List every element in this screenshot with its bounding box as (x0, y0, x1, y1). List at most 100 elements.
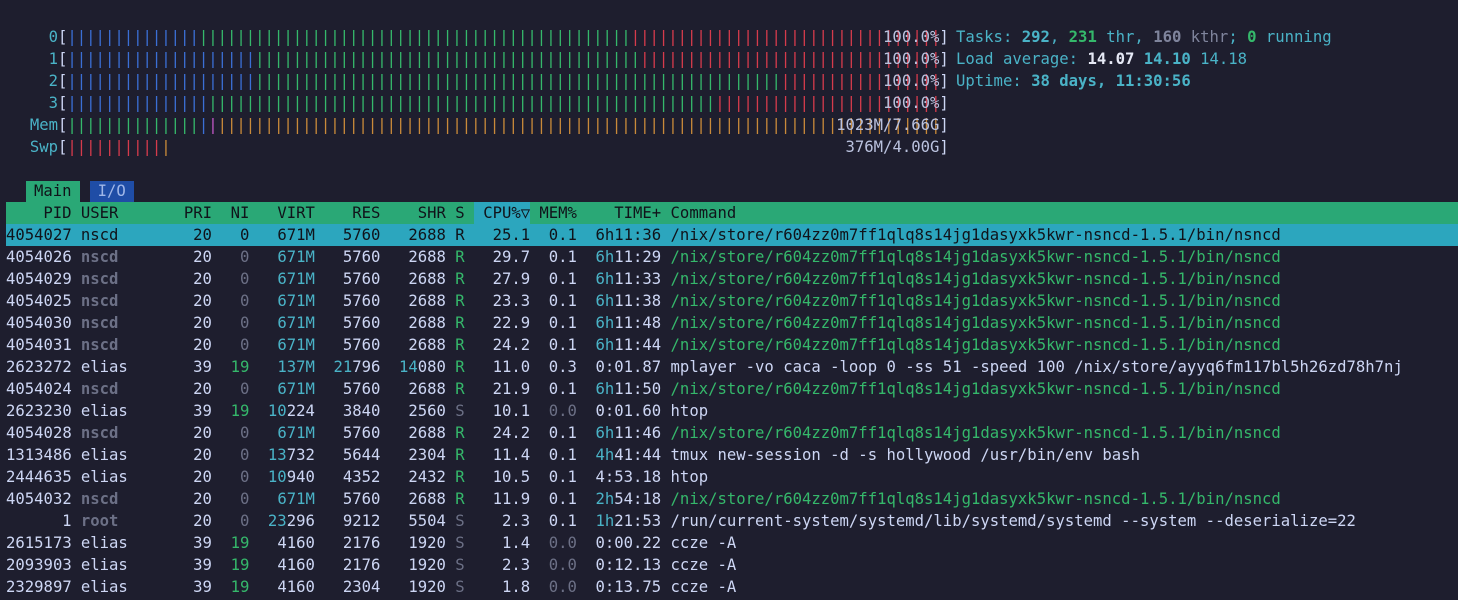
process-time-minutes: 21:53 (614, 512, 662, 530)
process-res: 2304 (342, 578, 381, 596)
process-s: S (455, 534, 465, 552)
process-pid: 4054024 (6, 380, 72, 398)
process-virt-lead: 10 (267, 402, 287, 420)
column-header-res[interactable]: RES (324, 202, 380, 224)
process-s: S (455, 512, 465, 530)
htop-terminal: 0[||||||||||||||||||||||||||||||||||||||… (0, 0, 1458, 600)
column-header-ni[interactable]: NI (221, 202, 250, 224)
process-res: 5760 (342, 292, 381, 310)
process-ni: 0 (239, 446, 250, 464)
process-shr: 2304 (408, 446, 446, 464)
process-mem: 0.1 (548, 512, 577, 530)
process-shr: 2688 (408, 314, 446, 332)
process-row[interactable]: 2623272 elias 39 19 137M 21796 14080 R 11.0 0.3 0:… (6, 356, 1458, 378)
process-pri: 20 (193, 226, 212, 244)
process-time: 0:13.75 (586, 576, 661, 598)
column-header-command[interactable]: Command (671, 202, 737, 224)
column-header-shr[interactable]: SHR (390, 202, 446, 224)
process-pri: 20 (193, 292, 212, 310)
column-header-pri[interactable]: PRI (184, 202, 212, 224)
process-row[interactable]: 2623230 elias 39 19 10224 3840 2560 S 10.1 0.0 0:0… (6, 400, 1458, 422)
process-row[interactable]: 1 root 20 0 23296 9212 5504 S 2.3 0.1 1h21:53/run/… (6, 510, 1458, 532)
process-user: elias (80, 534, 128, 552)
process-shr: 2688 (408, 248, 446, 266)
process-mem: 0.1 (548, 468, 577, 486)
column-header-s[interactable]: S (455, 202, 464, 224)
process-time-hours: 6h (595, 292, 615, 310)
bracket-left: [ (58, 116, 68, 134)
mem-meter-green-segment: |||||||||||||| (67, 116, 199, 134)
process-ni: 19 (230, 358, 250, 376)
process-cpu: 1.4 (501, 534, 531, 552)
process-row[interactable]: 1313486 elias 20 0 13732 5644 2304 R 11.4 0.1 4h41… (6, 444, 1458, 466)
process-row[interactable]: 4054025 nscd 20 0 671M 5760 2688 R 23.3 0.1 6h11:3… (6, 290, 1458, 312)
process-s: R (455, 248, 465, 266)
process-cpu: 11.0 (492, 358, 531, 376)
process-row[interactable]: 2615173 elias 39 19 4160 2176 1920 S 1.4 0.0 0:00.… (6, 532, 1458, 554)
bracket-left: [ (58, 138, 68, 156)
process-row[interactable]: 4054028 nscd 20 0 671M 5760 2688 R 24.2 0.1 6h11:4… (6, 422, 1458, 444)
cpu-meter-0-label: 0 (48, 28, 58, 46)
process-user: elias (80, 402, 128, 420)
process-pid: 4054027 (6, 226, 72, 244)
process-shr-tail: 080 (417, 358, 446, 376)
process-cpu: 22.9 (492, 314, 531, 332)
process-list: 4054027 nscd 20 0 671M 5760 2688 R 25.1 0.1 6h11:3… (6, 224, 1458, 598)
process-res: 5760 (342, 380, 381, 398)
process-pri: 20 (193, 446, 212, 464)
bracket-right: ] (939, 94, 949, 112)
process-time-minutes: 41:44 (614, 446, 662, 464)
cpu-meter-3-value: 100.0% (883, 94, 940, 112)
process-row[interactable]: 4054026 nscd 20 0 671M 5760 2688 R 29.7 0.1 6h11:2… (6, 246, 1458, 268)
bracket-left: [ (58, 50, 68, 68)
cpu-meter-1-value: 100.0% (883, 50, 940, 68)
process-s: S (455, 578, 465, 596)
process-row[interactable]: 2444635 elias 20 0 10940 4352 2432 R 10.5 0.1 4:53… (6, 466, 1458, 488)
process-virt-tail: 732 (286, 446, 315, 464)
process-row[interactable]: 4054024 nscd 20 0 671M 5760 2688 R 21.9 0.1 6h11:5… (6, 378, 1458, 400)
process-pid: 4054031 (6, 336, 72, 354)
process-res: 5760 (342, 270, 381, 288)
process-user: nscd (80, 226, 119, 244)
process-virt-tail: 940 (286, 468, 315, 486)
tab-main[interactable]: Main (26, 181, 80, 202)
process-row[interactable]: 2093903 elias 39 19 4160 2176 1920 S 2.3 0.0 0:12.… (6, 554, 1458, 576)
column-header-user[interactable]: USER (81, 202, 119, 224)
process-res: 2176 (342, 556, 381, 574)
process-time-hours: 6h (595, 226, 615, 244)
process-row[interactable]: 4054029 nscd 20 0 671M 5760 2688 R 27.9 0.1 6h11:3… (6, 268, 1458, 290)
process-shr: 5504 (408, 512, 446, 530)
swap-meter-red-segment: |||||||||| (67, 138, 162, 156)
mem-meter-orange-segment: ||||||||||||||||||||||||||||||||||||||||… (217, 116, 940, 134)
column-header-mem[interactable]: MEM% (530, 202, 577, 224)
threads-count: 231 (1068, 28, 1097, 46)
process-row[interactable]: 4054032 nscd 20 0 671M 5760 2688 R 11.9 0.1 2h54:1… (6, 488, 1458, 510)
cpu-meter-3-bar: ||||||||||||||||||||||||||||||||||||||||… (67, 92, 939, 114)
process-ni: 0 (239, 248, 250, 266)
process-time-minutes: 0:01.87 (595, 358, 662, 376)
process-time-hours: 6h (595, 314, 615, 332)
process-virt: 671M (277, 490, 315, 508)
process-cpu: 2.3 (501, 512, 531, 530)
column-header-virt[interactable]: VIRT (259, 202, 315, 224)
tab-io[interactable]: I/O (89, 181, 134, 202)
process-row[interactable]: 2329897 elias 39 19 4160 2304 1920 S 1.8 0.0 0:13.… (6, 576, 1458, 598)
sep: , (1049, 28, 1069, 46)
cpu-meter-1: 1[||||||||||||||||||||||||||||||||||||||… (0, 48, 949, 70)
process-res: 5760 (342, 424, 381, 442)
column-header-time[interactable]: TIME+ (586, 202, 661, 224)
column-header-cpu[interactable]: CPU%▽ (474, 202, 531, 224)
process-s: R (455, 314, 465, 332)
process-shr: 2432 (408, 468, 446, 486)
process-time-hours: 4h (595, 446, 615, 464)
process-row[interactable]: 4054031 nscd 20 0 671M 5760 2688 R 24.2 0.1 6h11:4… (6, 334, 1458, 356)
screen-tabs: Main I/O (26, 181, 134, 202)
process-command: /nix/store/r604zz0m7ff1qlq8s14jg1dasyxk5… (670, 292, 1281, 310)
process-command: ccze -A (670, 534, 737, 552)
swap-meter: Swp[||||||||||| 376M/4.00G] (0, 136, 949, 158)
process-row[interactable]: 4054027 nscd 20 0 671M 5760 2688 R 25.1 0.1 6h11:3… (6, 224, 1458, 246)
process-row[interactable]: 4054030 nscd 20 0 671M 5760 2688 R 22.9 0.1 6h11:4… (6, 312, 1458, 334)
column-header-pid[interactable]: PID (6, 202, 71, 224)
process-mem: 0.0 (548, 402, 577, 420)
cpu-meter-1-blue-segment: |||||||||||||||||||| (67, 50, 256, 68)
